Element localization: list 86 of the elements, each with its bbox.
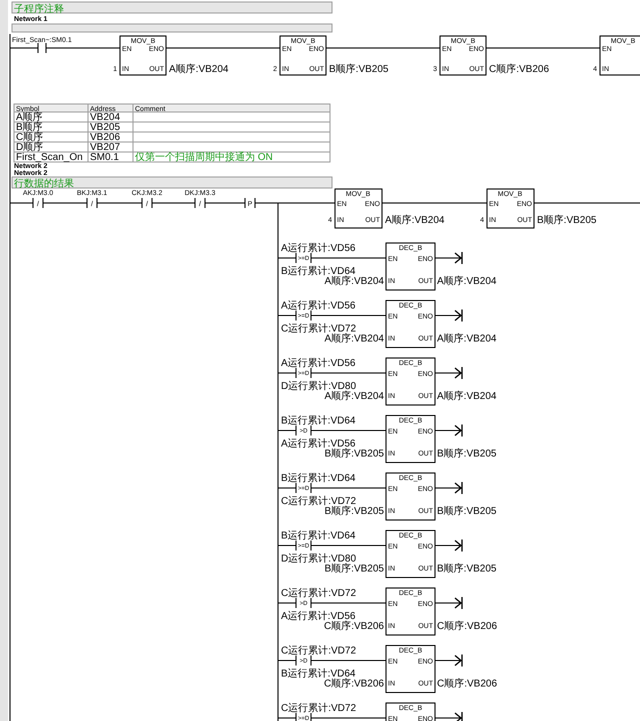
compare-operand: C运行累计:VD72 [281, 496, 356, 507]
compare-contact [296, 252, 312, 264]
compare-operand: C运行累计:VD72 [281, 646, 356, 656]
function-block [386, 702, 436, 721]
function-block [334, 188, 382, 228]
table-cell: A顺序 [16, 112, 43, 123]
compare-contact [296, 310, 312, 321]
compare-contact [296, 368, 312, 378]
input-value: B顺序:VB205 [324, 506, 384, 517]
return-arrow-icon [434, 424, 463, 436]
compare-operand: B运行累计:VD64 [281, 266, 356, 277]
table-cell: VB207 [90, 142, 120, 153]
input-value: A顺序:VB204 [324, 391, 384, 402]
function-block [386, 530, 436, 578]
output-value: A顺序:VB204 [437, 391, 496, 402]
compare-contact [296, 482, 312, 494]
return-arrow-icon [434, 367, 463, 379]
return-arrow-icon [434, 597, 463, 609]
input-value: C顺序:VB206 [324, 621, 384, 632]
compare-operand: C运行累计:VD72 [281, 324, 356, 334]
table-cell: SM0.1 [90, 152, 119, 163]
function-block [486, 188, 534, 228]
function-block [386, 242, 436, 290]
compare-operand: D运行累计:VD80 [281, 381, 356, 392]
input-value: B顺序:VB205 [324, 564, 384, 574]
table-cell: First_Scan_On [16, 152, 83, 163]
subroutine-comment: 子程序注释 [14, 4, 64, 15]
return-arrow-icon [434, 712, 463, 721]
return-arrow-icon [434, 482, 463, 494]
function-block [386, 415, 436, 463]
function-block [120, 36, 166, 76]
compare-operand: A运行累计:VD56 [281, 438, 356, 450]
return-arrow-icon [434, 654, 463, 666]
function-block [386, 472, 436, 520]
compare-operand: A运行累计:VD56 [281, 611, 356, 622]
input-value: A顺序:VB204 [324, 276, 384, 287]
function-block [600, 36, 640, 76]
compare-operand: B运行累计:VD64 [281, 530, 356, 542]
compare-operand: A运行累计:VD56 [281, 358, 356, 369]
compare-contact [296, 425, 312, 436]
output-value: B顺序:VB205 [329, 64, 388, 75]
table-cell: VB204 [90, 112, 120, 123]
table-cell: C顺序 [16, 132, 44, 143]
compare-operand: B运行累计:VD64 [281, 416, 356, 426]
input-value: A顺序:VB204 [324, 334, 384, 344]
function-block [386, 300, 436, 348]
function-block [386, 588, 436, 636]
compare-operand: C运行累计:VD72 [281, 588, 356, 599]
function-block [386, 358, 436, 406]
output-value: B顺序:VB205 [437, 506, 496, 517]
table-cell: 仅第一个扫描周期中接通为 ON [135, 152, 273, 163]
compare-contact [296, 655, 312, 666]
output-value: B顺序:VB205 [537, 215, 596, 226]
return-arrow-icon [434, 310, 463, 322]
contact-symbol [38, 42, 46, 54]
output-value: B顺序:VB205 [437, 448, 496, 460]
compare-contact [296, 540, 312, 551]
table-cell: B顺序 [16, 122, 43, 133]
table-cell: VB206 [90, 132, 120, 143]
return-arrow-icon [434, 252, 463, 264]
compare-operand: C运行累计:VD72 [281, 703, 356, 714]
output-value: C顺序:VB206 [489, 64, 550, 75]
compare-operand: B运行累计:VD64 [281, 473, 356, 484]
network-comment: 行数据的结果 [14, 178, 74, 190]
compare-operand: A运行累计:VD56 [281, 243, 356, 254]
output-value: C顺序:VB206 [437, 621, 498, 632]
compare-contact [296, 598, 312, 608]
compare-operand: B运行累计:VD64 [281, 668, 356, 680]
output-value: C顺序:VB206 [437, 678, 498, 690]
compare-operand: D运行累计:VD80 [281, 554, 356, 564]
function-block [386, 645, 436, 693]
compare-operand: A运行累计:VD56 [281, 300, 356, 312]
table-cell: D顺序 [16, 142, 44, 153]
output-value: B顺序:VB205 [437, 564, 496, 574]
output-value: A顺序:VB204 [169, 64, 228, 75]
input-value: B顺序:VB205 [324, 448, 384, 460]
table-header-cell [88, 104, 134, 112]
output-value: A顺序:VB204 [437, 276, 496, 287]
output-value: A顺序:VB204 [437, 334, 496, 344]
table-cell: VB205 [90, 122, 120, 133]
output-value: A顺序:VB204 [385, 215, 444, 226]
function-block [440, 36, 486, 76]
compare-contact [296, 712, 312, 721]
return-arrow-icon [434, 540, 463, 552]
function-block [280, 36, 326, 76]
input-value: C顺序:VB206 [324, 678, 384, 690]
